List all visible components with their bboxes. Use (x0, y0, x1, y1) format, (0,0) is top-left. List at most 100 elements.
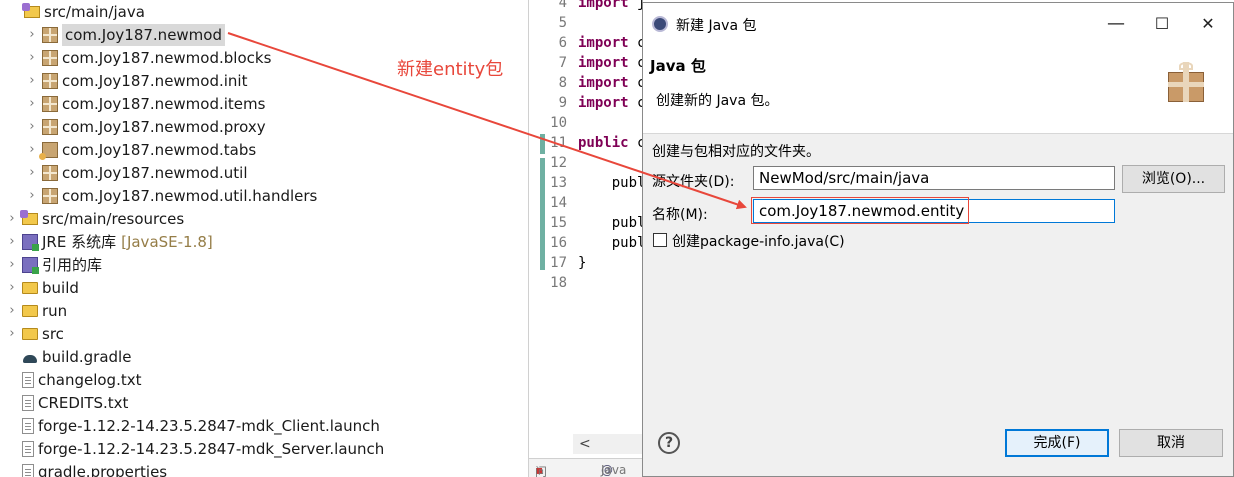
tree-item[interactable]: › src/main/resources (6, 208, 184, 230)
chevron-right-icon[interactable]: › (6, 231, 18, 253)
package-wizard-icon (1168, 62, 1204, 102)
code-keyword: import (578, 55, 629, 71)
header-description: 创建新的 Java 包。 (656, 93, 779, 109)
chevron-right-icon[interactable]: › (26, 139, 38, 161)
tree-item[interactable]: src/main/java (6, 1, 145, 23)
package-icon (42, 96, 58, 112)
tree-item-label: src (42, 325, 64, 343)
line-number: 16 (550, 235, 567, 251)
tree-item[interactable]: › run (6, 300, 67, 322)
tree-item-label: src/main/resources (42, 210, 185, 228)
tree-item-label: changelog.txt (38, 371, 142, 389)
tree-item-label: build.gradle (42, 348, 132, 366)
line-number: 14 (550, 195, 567, 211)
tree-item[interactable]: › src (6, 323, 64, 345)
chevron-right-icon[interactable]: › (26, 162, 38, 184)
code-line[interactable]: import c (578, 93, 643, 113)
tree-item[interactable]: › com.Joy187.newmod.blocks (26, 47, 271, 69)
text-file-icon (22, 372, 34, 388)
cancel-button[interactable]: 取消 (1119, 429, 1223, 457)
folder-icon (22, 328, 38, 340)
new-java-package-dialog: 新建 Java 包 — ☐ ✕ Java 包 创建新的 Java 包。 创建与包… (642, 2, 1234, 477)
horizontal-scrollbar[interactable]: < (573, 434, 643, 454)
code-text: c (629, 135, 643, 151)
code-line[interactable]: publ (578, 173, 643, 193)
tree-item[interactable]: CREDITS.txt (6, 392, 128, 414)
chevron-right-icon[interactable]: › (6, 300, 18, 322)
code-line[interactable]: public c (578, 133, 643, 153)
code-text: c (629, 75, 643, 91)
code-text: publ (578, 175, 643, 191)
text-file-icon (22, 395, 34, 411)
folder-icon (22, 305, 38, 317)
tree-item[interactable]: forge-1.12.2-14.23.5.2847-mdk_Client.lau… (6, 415, 380, 437)
tree-item[interactable]: › 引用的库 (6, 254, 102, 276)
package-icon (42, 27, 58, 43)
chevron-right-icon[interactable]: › (6, 323, 18, 345)
line-number: 6 (558, 35, 567, 51)
code-line[interactable]: } (578, 253, 586, 273)
scroll-left-icon[interactable]: < (579, 434, 591, 454)
tree-item[interactable]: › com.Joy187.newmod (26, 24, 225, 46)
tree-item-label: com.Joy187.newmod.proxy (62, 118, 266, 136)
tree-item[interactable]: forge-1.12.2-14.23.5.2847-mdk_Server.lau… (6, 438, 384, 460)
tree-item-label: com.Joy187.newmod.init (62, 72, 248, 90)
tree-item-label: CREDITS.txt (38, 394, 129, 412)
chevron-right-icon[interactable]: › (6, 277, 18, 299)
code-line[interactable]: import java.util.List; (578, 0, 643, 13)
tree-item[interactable]: › com.Joy187.newmod.util.handlers (26, 185, 317, 207)
tree-item-label: com.Joy187.newmod (62, 24, 225, 46)
code-text: publ (578, 215, 643, 231)
bottom-view-tabs: ▪ 问题 @ Java (529, 458, 643, 477)
code-editor[interactable]: 4 import java.util.List; 5 6 import c 7 import… (528, 0, 643, 477)
minimize-button[interactable]: — (1093, 3, 1139, 45)
chevron-right-icon[interactable]: › (26, 24, 38, 46)
tree-item[interactable]: changelog.txt (6, 369, 141, 391)
create-package-info-checkbox[interactable] (653, 233, 667, 247)
code-line[interactable]: import c (578, 53, 643, 73)
tree-item[interactable]: build.gradle (6, 346, 131, 368)
package-icon (42, 188, 58, 204)
tree-item[interactable]: › com.Joy187.newmod.tabs (26, 139, 256, 161)
browse-button[interactable]: 浏览(O)... (1122, 165, 1225, 193)
annotation-label: 新建entity包 (397, 59, 504, 80)
chevron-right-icon[interactable]: › (6, 254, 18, 276)
text-file-icon (22, 418, 34, 434)
source-folder-label: 源文件夹(D): (652, 174, 735, 190)
tree-item[interactable]: › com.Joy187.newmod.items (26, 93, 265, 115)
line-number: 10 (550, 115, 567, 131)
tree-item[interactable]: › com.Joy187.newmod.proxy (26, 116, 266, 138)
source-folder-input[interactable]: NewMod/src/main/java (753, 166, 1115, 190)
create-package-info-label[interactable]: 创建package-info.java(C) (672, 231, 845, 251)
code-line[interactable]: import c (578, 73, 643, 93)
finish-button[interactable]: 完成(F) (1005, 429, 1109, 457)
maximize-button[interactable]: ☐ (1139, 3, 1185, 45)
tree-item[interactable]: › JRE 系统库 [JavaSE-1.8] (6, 231, 213, 253)
source-folder-icon (22, 3, 40, 18)
chevron-right-icon[interactable]: › (26, 93, 38, 115)
code-line[interactable]: publ (578, 213, 643, 233)
line-number: 8 (558, 75, 567, 91)
chevron-right-icon[interactable]: › (6, 208, 18, 230)
tree-item[interactable]: gradle.properties (6, 461, 167, 477)
tree-item[interactable]: › com.Joy187.newmod.init (26, 70, 248, 92)
chevron-right-icon[interactable]: › (26, 185, 38, 207)
help-icon[interactable]: ? (658, 432, 680, 454)
tree-item-label: run (42, 302, 68, 320)
chevron-right-icon[interactable]: › (26, 70, 38, 92)
package-name-input[interactable]: com.Joy187.newmod.entity (753, 199, 1115, 223)
code-keyword: import (578, 75, 629, 91)
code-text: } (578, 255, 587, 271)
dialog-titlebar[interactable]: 新建 Java 包 — ☐ ✕ (643, 3, 1233, 45)
chevron-right-icon[interactable]: › (26, 116, 38, 138)
package-icon (42, 165, 58, 181)
gradle-file-icon (22, 349, 38, 365)
tree-item[interactable]: › build (6, 277, 79, 299)
tree-item[interactable]: › com.Joy187.newmod.util (26, 162, 247, 184)
chevron-right-icon[interactable]: › (26, 47, 38, 69)
line-number: 11 (550, 135, 567, 151)
code-text: c (629, 35, 643, 51)
close-button[interactable]: ✕ (1185, 3, 1231, 45)
code-line[interactable]: import c (578, 33, 643, 53)
code-line[interactable]: publ (578, 233, 643, 253)
